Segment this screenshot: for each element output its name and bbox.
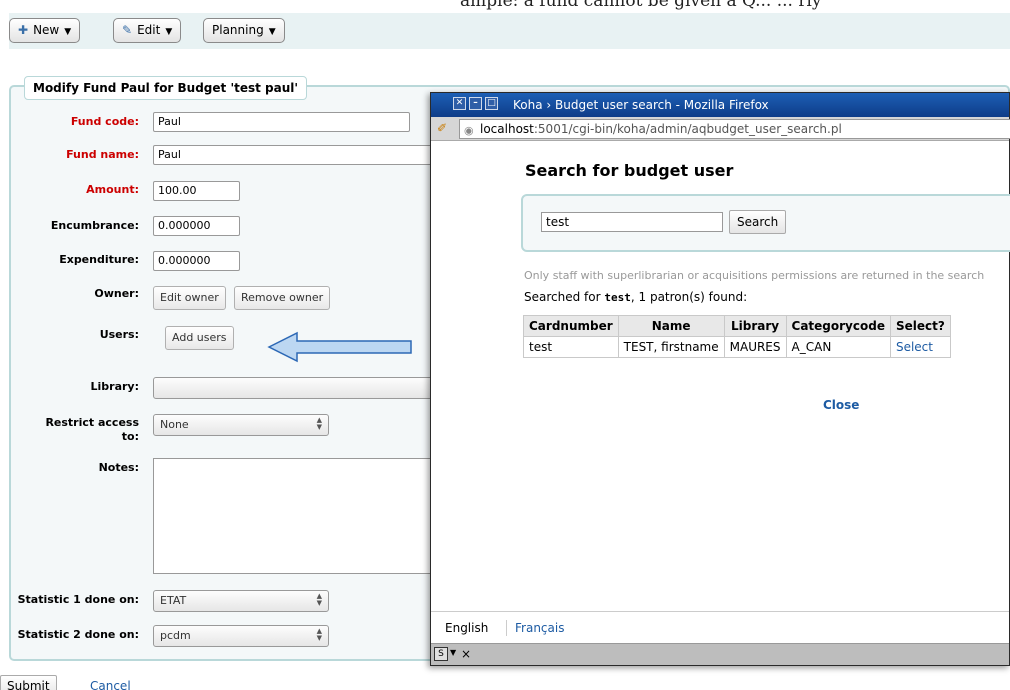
select-arrows-icon: ▲ ▼ [316, 416, 322, 431]
statistic2-label: Statistic 2 done on: [17, 628, 139, 641]
edit-owner-button[interactable]: Edit owner [153, 286, 226, 310]
encumbrance-input[interactable]: 0.000000 [153, 216, 240, 236]
language-english: English [445, 621, 489, 635]
column-header: Categorycode [785, 315, 891, 337]
planning-button-label: Planning [212, 23, 264, 37]
expenditure-label: Expenditure: [59, 253, 139, 266]
fund-name-label: Fund name: [66, 148, 139, 161]
restrict-access-select[interactable]: None ▲ ▼ [153, 414, 329, 436]
fund-name-input[interactable]: Paul [153, 145, 435, 165]
new-button-label: New [33, 23, 60, 37]
chevron-down-icon: ▼ [165, 27, 173, 37]
language-bar: English Français [431, 611, 1009, 643]
users-label: Users: [99, 328, 139, 341]
search-result-summary: Searched for test, 1 patron(s) found: [524, 290, 747, 304]
url-path: :5001/cgi-bin/koha/admin/aqbudget_user_s… [533, 122, 842, 136]
fund-code-input[interactable]: Paul [153, 112, 410, 132]
select-arrows-icon: ▲ ▼ [316, 592, 322, 607]
restrict-access-value: None [160, 418, 189, 431]
arrow-pointer-icon [267, 331, 412, 363]
statistic1-label: Statistic 1 done on: [17, 593, 139, 606]
search-button[interactable]: Search [729, 210, 787, 234]
address-bar: ✐ ◉ localhost:5001/cgi-bin/koha/admin/aqb… [431, 117, 1010, 141]
maximize-window-icon[interactable]: □ [485, 97, 498, 110]
edit-button[interactable]: ✎ Edit ▼ [113, 18, 182, 43]
library-label: Library: [90, 380, 140, 393]
restrict-access-label-line1: Restrict access [45, 416, 139, 429]
main-toolbar: ✚ New ▼ ✎ Edit ▼ Planning ▼ [9, 13, 1010, 49]
column-header: Cardnumber [523, 315, 619, 337]
owner-label: Owner: [94, 287, 139, 300]
table-cell: A_CAN [785, 336, 891, 358]
url-host: localhost [480, 122, 534, 136]
addon-icon[interactable]: S [434, 647, 448, 661]
column-header: Name [617, 315, 725, 337]
fund-code-label: Fund code: [70, 115, 139, 128]
chevron-down-icon: ▼ [268, 27, 276, 37]
table-cell: MAURES [723, 336, 787, 358]
permissions-info-text: Only staff with superlibrarian or acquis… [524, 269, 985, 282]
chevron-down-icon[interactable]: ▼ [450, 648, 456, 657]
amount-label: Amount: [86, 183, 139, 196]
language-french-link[interactable]: Français [515, 621, 564, 635]
found-suffix: , 1 patron(s) found: [630, 290, 748, 304]
notes-label: Notes: [98, 461, 139, 474]
remove-owner-button[interactable]: Remove owner [234, 286, 331, 310]
fund-form-legend: Modify Fund Paul for Budget 'test paul' [24, 76, 308, 100]
select-link[interactable]: Select [896, 340, 933, 354]
chevron-down-icon: ▼ [64, 27, 72, 37]
notes-textarea[interactable] [153, 458, 433, 574]
encumbrance-label: Encumbrance: [50, 219, 139, 232]
search-form: test Search [521, 194, 1010, 252]
table-header-row: Cardnumber Name Library Categorycode Sel… [523, 315, 951, 337]
table-row: test TEST, firstname MAURES A_CAN Select [523, 336, 951, 358]
results-table: Cardnumber Name Library Categorycode Sel… [523, 315, 951, 358]
close-window-icon[interactable]: ✕ [453, 97, 466, 110]
edit-icon: ✎ [122, 23, 133, 37]
statistic1-value: ETAT [160, 594, 187, 607]
status-bar: S ▼ × [431, 643, 1009, 665]
new-button[interactable]: ✚ New ▼ [9, 18, 81, 43]
window-titlebar[interactable]: ✕ – □ Koha › Budget user search - Mozill… [431, 93, 1009, 117]
table-cell-select: Select [889, 336, 951, 358]
statistic2-select[interactable]: pcdm ▲ ▼ [153, 625, 329, 647]
close-icon[interactable]: × [461, 647, 471, 661]
plus-icon: ✚ [18, 23, 29, 37]
restrict-access-label: Restrict access to: [7, 416, 139, 444]
popup-page-title: Search for budget user [525, 161, 734, 180]
budget-user-search-window: ✕ – □ Koha › Budget user search - Mozill… [430, 92, 1010, 666]
statistic2-value: pcdm [160, 629, 191, 642]
library-select[interactable] [153, 377, 435, 399]
clipped-instruction-text: ample: a fund cannot be given a Q... ...… [460, 0, 822, 11]
restrict-access-label-line2: to: [121, 430, 139, 443]
table-cell: TEST, firstname [617, 336, 725, 358]
window-title: Koha › Budget user search - Mozilla Fire… [513, 98, 769, 112]
search-input[interactable]: test [541, 212, 723, 232]
column-header: Library [723, 315, 787, 337]
minimize-window-icon[interactable]: – [469, 97, 482, 110]
page-icon: ✐ [437, 121, 448, 135]
table-cell: test [523, 336, 619, 358]
close-link[interactable]: Close [823, 398, 859, 412]
url-field[interactable]: ◉ localhost:5001/cgi-bin/koha/admin/aqbud… [459, 119, 1010, 139]
language-divider [506, 620, 507, 636]
found-prefix: Searched for [524, 290, 601, 304]
edit-button-label: Edit [137, 23, 161, 37]
select-arrows-icon: ▲ ▼ [316, 627, 322, 642]
submit-button[interactable]: Submit [0, 675, 57, 690]
add-users-button[interactable]: Add users [165, 326, 234, 350]
column-header: Select? [889, 315, 951, 337]
statistic1-select[interactable]: ETAT ▲ ▼ [153, 590, 329, 612]
amount-input[interactable]: 100.00 [153, 181, 240, 201]
found-term: test [604, 291, 631, 304]
expenditure-input[interactable]: 0.000000 [153, 251, 240, 271]
globe-icon: ◉ [464, 124, 474, 137]
cancel-link[interactable]: Cancel [90, 679, 131, 690]
planning-button[interactable]: Planning ▼ [203, 18, 285, 43]
